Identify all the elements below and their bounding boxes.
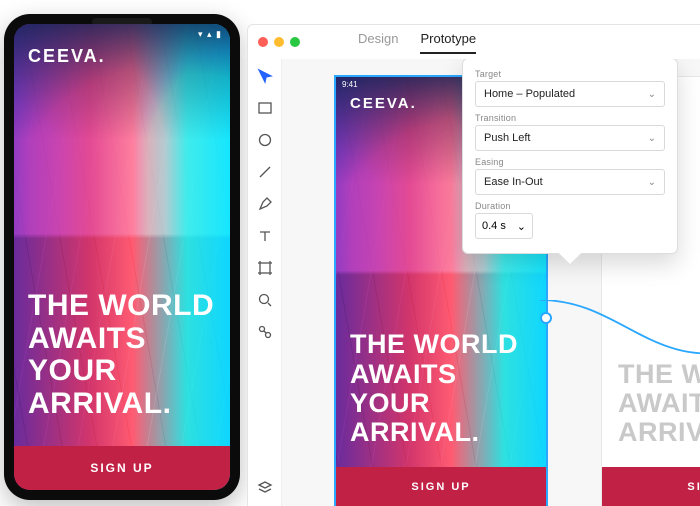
phone-status-icons: ▾ ▴ ▮ bbox=[198, 29, 222, 40]
app-logo: CEEVA. bbox=[350, 95, 417, 112]
artboard-tool-icon[interactable] bbox=[256, 259, 274, 277]
target-select[interactable]: Home – Populated ⌄ bbox=[475, 81, 665, 107]
mode-tabs: Design Prototype bbox=[358, 31, 476, 54]
maximize-icon[interactable] bbox=[290, 37, 300, 47]
target-value: Home – Populated bbox=[484, 88, 575, 100]
window-controls[interactable] bbox=[258, 37, 300, 47]
ellipse-tool-icon[interactable] bbox=[256, 131, 274, 149]
app-logo: CEEVA. bbox=[28, 46, 106, 67]
artwork-bg bbox=[14, 24, 230, 490]
duration-label: Duration bbox=[475, 201, 665, 211]
tab-design[interactable]: Design bbox=[358, 31, 398, 54]
easing-value: Ease In-Out bbox=[484, 176, 543, 188]
prototype-inspector-popover: Target Home – Populated ⌄ Transition Pus… bbox=[462, 59, 678, 254]
line-tool-icon[interactable] bbox=[256, 163, 274, 181]
easing-label: Easing bbox=[475, 157, 665, 167]
zoom-tool-icon[interactable] bbox=[256, 291, 274, 309]
pen-tool-icon[interactable] bbox=[256, 195, 274, 213]
minimize-icon[interactable] bbox=[274, 37, 284, 47]
target-label: Target bbox=[475, 69, 665, 79]
hero-headline: THE WOR AWAITS Y ARRIVAL. bbox=[618, 360, 700, 447]
canvas[interactable]: 9:41 CEEVA. THE WORLD AWAITS YOUR ARRIVA… bbox=[282, 59, 700, 506]
design-app-window: Design Prototype 9:41 CEEVA. THE WORLD bbox=[247, 24, 700, 506]
hero-headline: THE WORLD AWAITS YOUR ARRIVAL. bbox=[28, 290, 216, 420]
rectangle-tool-icon[interactable] bbox=[256, 99, 274, 117]
transition-value: Push Left bbox=[484, 132, 530, 144]
close-icon[interactable] bbox=[258, 37, 268, 47]
easing-select[interactable]: Ease In-Out ⌄ bbox=[475, 169, 665, 195]
select-tool-icon[interactable] bbox=[256, 67, 274, 85]
prototype-connector-node[interactable] bbox=[540, 312, 552, 324]
status-time: 9:41 bbox=[342, 80, 358, 89]
sign-up-button[interactable]: SIGN UP bbox=[14, 446, 230, 490]
phone-mockup: ▾ ▴ ▮ CEEVA. THE WORLD AWAITS YOUR ARRIV… bbox=[4, 14, 240, 500]
tab-prototype[interactable]: Prototype bbox=[420, 31, 476, 54]
chevron-down-icon: ⌄ bbox=[648, 89, 656, 100]
duration-value: 0.4 s bbox=[482, 220, 506, 232]
transition-label: Transition bbox=[475, 113, 665, 123]
chevron-down-icon: ⌄ bbox=[648, 177, 656, 188]
titlebar: Design Prototype bbox=[248, 25, 700, 59]
layers-icon[interactable] bbox=[256, 478, 274, 496]
link-tool-icon[interactable] bbox=[256, 323, 274, 341]
duration-select[interactable]: 0.4 s ⌄ bbox=[475, 213, 533, 239]
chevron-down-icon: ⌄ bbox=[517, 220, 526, 233]
sign-up-button[interactable]: SIGN UP bbox=[602, 467, 700, 506]
tool-strip bbox=[248, 59, 282, 506]
chevron-down-icon: ⌄ bbox=[648, 133, 656, 144]
text-tool-icon[interactable] bbox=[256, 227, 274, 245]
phone-screen: ▾ ▴ ▮ CEEVA. THE WORLD AWAITS YOUR ARRIV… bbox=[14, 24, 230, 490]
sign-up-button[interactable]: SIGN UP bbox=[336, 467, 546, 506]
transition-select[interactable]: Push Left ⌄ bbox=[475, 125, 665, 151]
hero-headline: THE WORLD AWAITS YOUR ARRIVAL. bbox=[350, 330, 532, 447]
